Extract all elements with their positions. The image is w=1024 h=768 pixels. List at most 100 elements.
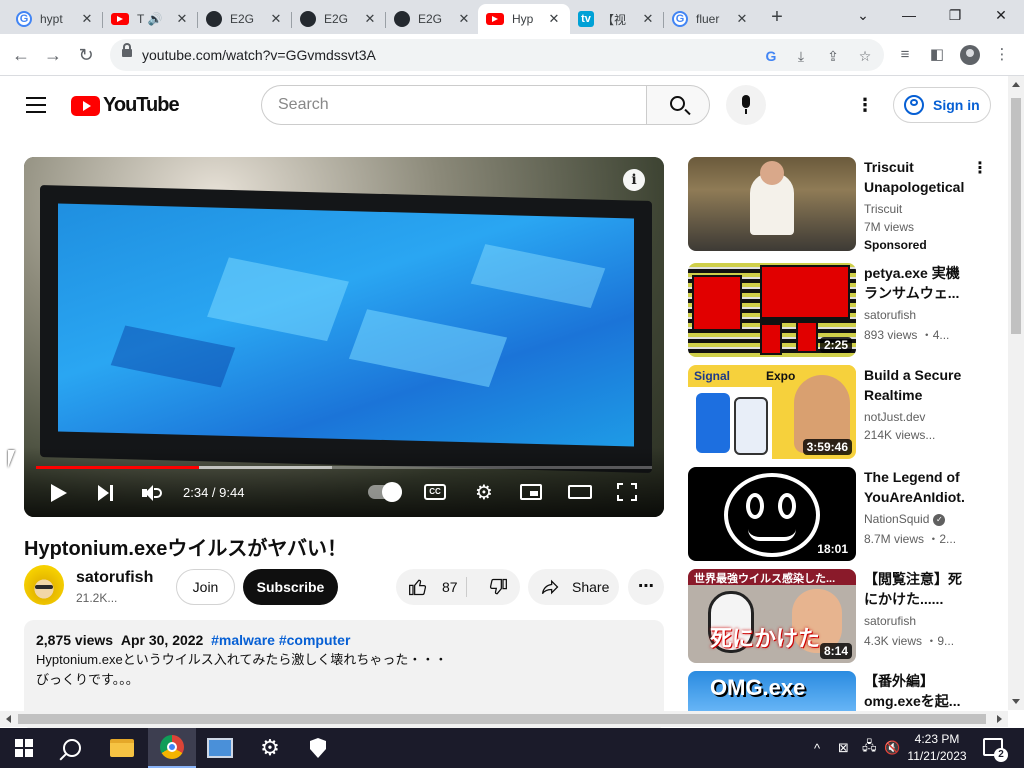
- join-button[interactable]: Join: [176, 569, 235, 605]
- recommended-channel[interactable]: Triscuit: [864, 202, 902, 216]
- taskbar-search-button[interactable]: [48, 728, 96, 768]
- recommended-video[interactable]: Triscuit Unapologetical... Triscuit 7M v…: [688, 157, 988, 252]
- volume-button[interactable]: [142, 485, 162, 501]
- close-tab-icon[interactable]: ✕: [734, 11, 750, 27]
- recommended-video[interactable]: 18:01 The Legend of YouAreAnIdiot.c Nati…: [688, 467, 988, 561]
- forward-button[interactable]: →: [42, 44, 64, 66]
- video-thumbnail[interactable]: 18:01: [688, 467, 856, 561]
- subtitles-button[interactable]: CC: [424, 484, 446, 500]
- browser-tab[interactable]: E2G ✕: [198, 4, 292, 34]
- address-bar[interactable]: youtube.com/watch?v=GGvmdssvt3A G ⤓ ⇪ ☆: [110, 39, 884, 71]
- scroll-left-icon[interactable]: [6, 715, 11, 723]
- recommended-channel[interactable]: notJust.dev: [864, 410, 925, 424]
- install-app-icon[interactable]: ⤓: [792, 47, 810, 65]
- url-text[interactable]: youtube.com/watch?v=GGvmdssvt3A: [142, 47, 376, 63]
- volume-muted-icon[interactable]: 🔇: [884, 728, 900, 768]
- guide-menu-icon[interactable]: [26, 97, 46, 113]
- settings-taskbar-button[interactable]: ⚙: [246, 728, 294, 768]
- horizontal-scrollbar[interactable]: [0, 711, 1008, 727]
- scroll-down-icon[interactable]: [1012, 699, 1020, 704]
- recommended-title[interactable]: petya.exe 実機ランサムウェ...: [864, 263, 964, 303]
- tab-search-chevron-icon[interactable]: ⌄: [840, 0, 886, 30]
- close-tab-icon[interactable]: ✕: [174, 11, 190, 27]
- vertical-scrollbar[interactable]: [1008, 76, 1024, 710]
- recommended-channel[interactable]: NationSquid ✓: [864, 512, 946, 526]
- hashtag-link[interactable]: #computer: [279, 632, 351, 648]
- chrome-menu-icon[interactable]: ⋮: [992, 45, 1012, 65]
- browser-tab-active[interactable]: Hyp ✕: [478, 4, 570, 34]
- channel-avatar[interactable]: [24, 565, 64, 605]
- recommended-video[interactable]: 世界最強ウイルス感染した... 死にかけた 8:14 【閲覧注意】死にかけた..…: [688, 569, 988, 663]
- close-tab-icon[interactable]: ✕: [546, 11, 562, 27]
- chrome-taskbar-button[interactable]: [148, 728, 196, 768]
- browser-tab[interactable]: E2G ✕: [292, 4, 386, 34]
- google-translate-icon[interactable]: G: [762, 47, 780, 65]
- scrollbar-thumb[interactable]: [18, 714, 986, 724]
- side-panel-icon[interactable]: ◧: [927, 45, 947, 65]
- recommended-channel[interactable]: satorufish: [864, 308, 916, 322]
- hashtag-link[interactable]: #malware: [211, 632, 275, 648]
- file-explorer-button[interactable]: [98, 728, 146, 768]
- browser-tab[interactable]: tv 【视 ✕: [570, 4, 664, 34]
- recommended-title[interactable]: 【閲覧注意】死にかけた......: [864, 569, 964, 609]
- voice-search-button[interactable]: [726, 85, 766, 125]
- browser-tab[interactable]: T 🔊 ✕: [103, 4, 198, 34]
- search-button[interactable]: [646, 85, 710, 125]
- more-options-icon[interactable]: ⋮: [972, 159, 988, 179]
- more-actions-icon[interactable]: ⋯: [628, 569, 664, 605]
- play-button[interactable]: [51, 484, 67, 502]
- fullscreen-button[interactable]: [617, 483, 637, 501]
- settings-more-icon[interactable]: ⋮: [856, 95, 874, 115]
- restore-window-button[interactable]: ❐: [932, 0, 978, 30]
- search-input[interactable]: Search: [261, 85, 647, 125]
- start-button[interactable]: [0, 728, 48, 768]
- share-button[interactable]: Share: [528, 569, 619, 605]
- dislike-button[interactable]: [476, 569, 520, 605]
- video-thumbnail[interactable]: [688, 157, 856, 251]
- close-window-button[interactable]: ✕: [978, 0, 1024, 30]
- network-warning-icon[interactable]: ⊠: [838, 728, 849, 768]
- recommended-video[interactable]: Signal Expo 3:59:46 Build a Secure Realt…: [688, 365, 988, 459]
- video-thumbnail[interactable]: Signal Expo 3:59:46: [688, 365, 856, 459]
- settings-gear-icon[interactable]: ⚙: [474, 483, 494, 503]
- scrollbar-thumb[interactable]: [1011, 98, 1021, 334]
- recommended-title[interactable]: Triscuit Unapologetical...: [864, 157, 964, 197]
- lock-icon[interactable]: [122, 43, 132, 57]
- video-thumbnail[interactable]: 2:25: [688, 263, 856, 357]
- close-tab-icon[interactable]: ✕: [362, 11, 378, 27]
- browser-tab[interactable]: G fluer ✕: [664, 4, 758, 34]
- video-info-icon[interactable]: i: [623, 169, 645, 191]
- security-taskbar-button[interactable]: [294, 728, 342, 768]
- back-button[interactable]: ←: [10, 44, 32, 66]
- bookmark-star-icon[interactable]: ☆: [856, 47, 874, 65]
- close-tab-icon[interactable]: ✕: [456, 11, 472, 27]
- next-video-button[interactable]: [98, 485, 114, 501]
- recommended-video[interactable]: OMG.exe 【番外編】 omg.exeを起...: [688, 671, 988, 711]
- recommended-title[interactable]: Build a Secure Realtime Chat...: [864, 365, 964, 405]
- share-page-icon[interactable]: ⇪: [824, 47, 842, 65]
- close-tab-icon[interactable]: ✕: [268, 11, 284, 27]
- autoplay-toggle[interactable]: [368, 482, 402, 502]
- reload-button[interactable]: ↻: [75, 44, 97, 66]
- browser-tab[interactable]: G hypt ✕: [8, 4, 103, 34]
- recommended-title[interactable]: The Legend of YouAreAnIdiot.c: [864, 467, 964, 507]
- this-pc-taskbar-button[interactable]: [196, 728, 244, 768]
- sign-in-button[interactable]: Sign in: [893, 87, 991, 123]
- new-tab-button[interactable]: +: [766, 6, 788, 28]
- video-thumbnail[interactable]: OMG.exe: [688, 671, 856, 711]
- like-button[interactable]: 87: [396, 569, 474, 605]
- close-tab-icon[interactable]: ✕: [79, 11, 95, 27]
- scroll-up-icon[interactable]: [1012, 82, 1020, 87]
- channel-name[interactable]: satorufish: [76, 569, 153, 587]
- profile-avatar-icon[interactable]: [960, 45, 980, 65]
- video-player[interactable]: i 2:34 / 9:44 CC ⚙: [24, 157, 664, 517]
- progress-bar[interactable]: [36, 466, 652, 469]
- miniplayer-button[interactable]: [520, 484, 542, 500]
- recommended-video[interactable]: 2:25 petya.exe 実機ランサムウェ... satorufish 89…: [688, 263, 988, 357]
- reading-list-icon[interactable]: ≡: [895, 45, 915, 65]
- taskbar-clock[interactable]: 4:23 PM 11/21/2023: [902, 731, 972, 765]
- subscribe-button[interactable]: Subscribe: [243, 569, 338, 605]
- scroll-right-icon[interactable]: [997, 715, 1002, 723]
- recommended-channel[interactable]: satorufish: [864, 614, 916, 628]
- recommended-title[interactable]: 【番外編】 omg.exeを起...: [864, 671, 964, 711]
